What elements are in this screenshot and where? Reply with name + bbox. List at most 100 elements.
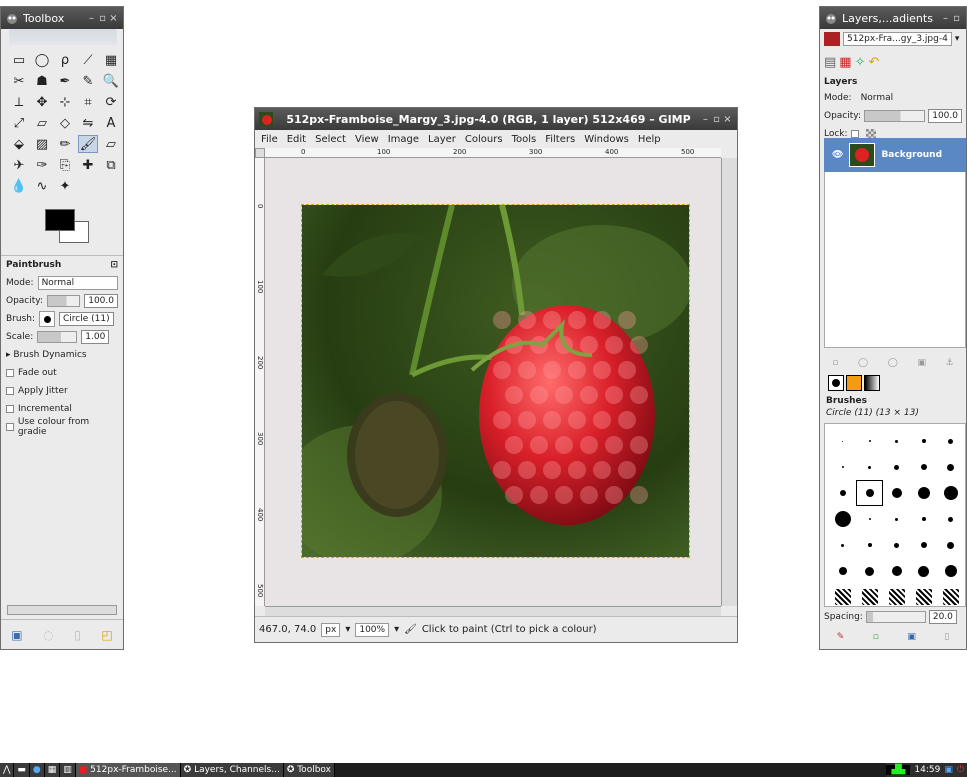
maximize-icon[interactable]: ▫: [711, 114, 722, 125]
brush-cell[interactable]: [856, 532, 883, 558]
raise-layer-icon[interactable]: ◯: [858, 358, 868, 368]
horizontal-scrollbar[interactable]: [265, 606, 721, 616]
brush-cell[interactable]: [937, 558, 964, 584]
brush-cell[interactable]: [937, 428, 964, 454]
minimize-all-icon[interactable]: ▬: [14, 763, 30, 777]
image-titlebar[interactable]: 512px-Framboise_Margy_3.jpg-4.0 (RGB, 1 …: [255, 108, 737, 130]
vertical-ruler[interactable]: 0 100 200 300 400 500: [255, 158, 265, 606]
scissors-icon[interactable]: ✂: [9, 72, 29, 90]
chevron-down-icon[interactable]: ▾: [394, 624, 399, 635]
save-options-icon[interactable]: ▣: [11, 628, 22, 642]
zoom-select[interactable]: 100%: [355, 622, 390, 637]
brush-cell[interactable]: [829, 480, 856, 506]
new-brush-icon[interactable]: ▫: [873, 632, 879, 642]
rect-select-icon[interactable]: ▭: [9, 51, 29, 69]
shear-icon[interactable]: ▱: [32, 114, 52, 132]
brush-cell[interactable]: [937, 532, 964, 558]
paintbrush-icon[interactable]: 🖌: [78, 135, 98, 153]
lock-pixels-checkbox[interactable]: [850, 130, 859, 138]
brush-preview-icon[interactable]: [39, 311, 56, 327]
menu-layer[interactable]: Layer: [428, 134, 456, 145]
menu-select[interactable]: Select: [315, 134, 346, 145]
brush-cell[interactable]: [856, 480, 883, 506]
opacity-slider[interactable]: [47, 295, 81, 307]
lower-layer-icon[interactable]: ◯: [888, 358, 898, 368]
fade-out-checkbox[interactable]: [6, 369, 14, 377]
brush-cell[interactable]: [856, 428, 883, 454]
menu-tools[interactable]: Tools: [512, 134, 537, 145]
task-layers[interactable]: ✪ Layers, Channels...: [180, 763, 284, 777]
task-toolbox[interactable]: ✪ Toolbox: [283, 763, 335, 777]
brush-cell[interactable]: [883, 428, 910, 454]
incremental-checkbox[interactable]: [6, 405, 14, 413]
blur-icon[interactable]: 💧: [9, 177, 29, 195]
color-select-icon[interactable]: ▦: [101, 51, 121, 69]
foreground-color-swatch[interactable]: [45, 209, 75, 231]
unit-select[interactable]: px: [321, 622, 341, 637]
apply-jitter-checkbox[interactable]: [6, 387, 14, 395]
brush-cell[interactable]: [829, 428, 856, 454]
brush-cell[interactable]: [883, 558, 910, 584]
airbrush-icon[interactable]: ✈: [9, 156, 29, 174]
chevron-down-icon[interactable]: ▾: [955, 34, 960, 44]
files-icon[interactable]: ▦: [44, 763, 61, 777]
brush-cell[interactable]: [910, 506, 937, 532]
delete-options-icon[interactable]: ▯: [74, 628, 81, 642]
foreground-select-icon[interactable]: ☗: [32, 72, 52, 90]
minimize-icon[interactable]: –: [86, 13, 97, 24]
eye-icon[interactable]: 👁: [832, 150, 843, 160]
browser-icon[interactable]: ●: [29, 763, 45, 777]
close-icon[interactable]: ×: [108, 13, 119, 24]
duplicate-brush-icon[interactable]: ▣: [907, 632, 916, 642]
menu-filters[interactable]: Filters: [545, 134, 575, 145]
horizontal-ruler[interactable]: 0 100 200 300 400 500: [265, 148, 721, 158]
minimize-icon[interactable]: –: [940, 13, 951, 24]
brush-cell[interactable]: [883, 454, 910, 480]
brush-cell[interactable]: [883, 480, 910, 506]
tab-patterns[interactable]: [846, 375, 862, 391]
duplicate-layer-icon[interactable]: ▣: [917, 358, 926, 368]
toolbox-titlebar[interactable]: Toolbox – ▫ ×: [1, 7, 123, 29]
zoom-icon[interactable]: 🔍: [101, 72, 121, 90]
menu-launcher-icon[interactable]: ⋀: [0, 763, 15, 777]
brush-cell[interactable]: [937, 480, 964, 506]
layer-mode-select[interactable]: Normal: [855, 93, 894, 103]
crop-icon[interactable]: ⌗: [78, 93, 98, 111]
tab-brushes[interactable]: [828, 375, 844, 391]
brush-cell[interactable]: [829, 454, 856, 480]
image-menu[interactable]: 512px-Fra...gy_3.jpg-4 ▾: [820, 29, 966, 49]
dodge-icon[interactable]: ✦: [55, 177, 75, 195]
menu-help[interactable]: Help: [638, 134, 661, 145]
menu-edit[interactable]: Edit: [287, 134, 306, 145]
perspective-icon[interactable]: ◇: [55, 114, 75, 132]
scale-icon[interactable]: ⤢: [9, 114, 29, 132]
delete-brush-icon[interactable]: ▯: [944, 632, 949, 642]
brush-cell[interactable]: [856, 506, 883, 532]
workspace-icon[interactable]: ▥: [60, 763, 76, 777]
brush-cell[interactable]: [910, 454, 937, 480]
color-picker-icon[interactable]: ✎: [78, 72, 98, 90]
options-scrollbar[interactable]: [7, 605, 117, 615]
tab-paths[interactable]: ✧: [855, 55, 866, 70]
image-select[interactable]: 512px-Fra...gy_3.jpg-4: [843, 32, 952, 46]
raspberry-image[interactable]: [301, 204, 690, 558]
brush-cell[interactable]: [856, 558, 883, 584]
perspective-clone-icon[interactable]: ⧉: [101, 156, 121, 174]
chevron-down-icon[interactable]: ▾: [345, 624, 350, 635]
maximize-icon[interactable]: ▫: [951, 13, 962, 24]
scale-slider[interactable]: [37, 331, 78, 343]
brush-cell[interactable]: [910, 532, 937, 558]
task-image-window[interactable]: ■ 512px-Framboise...: [75, 763, 181, 777]
tab-layers[interactable]: ▤: [824, 55, 836, 70]
align-icon[interactable]: ⊹: [55, 93, 75, 111]
mode-select[interactable]: Normal: [37, 276, 118, 290]
maximize-icon[interactable]: ▫: [97, 13, 108, 24]
anchor-icon[interactable]: ⚓: [946, 358, 954, 368]
network-icon[interactable]: ▣: [944, 765, 953, 775]
tab-channels[interactable]: ▦: [839, 55, 851, 70]
brush-cell[interactable]: [829, 558, 856, 584]
tab-gradients[interactable]: [864, 375, 880, 391]
menu-windows[interactable]: Windows: [584, 134, 629, 145]
menu-colours[interactable]: Colours: [465, 134, 503, 145]
menu-view[interactable]: View: [355, 134, 379, 145]
